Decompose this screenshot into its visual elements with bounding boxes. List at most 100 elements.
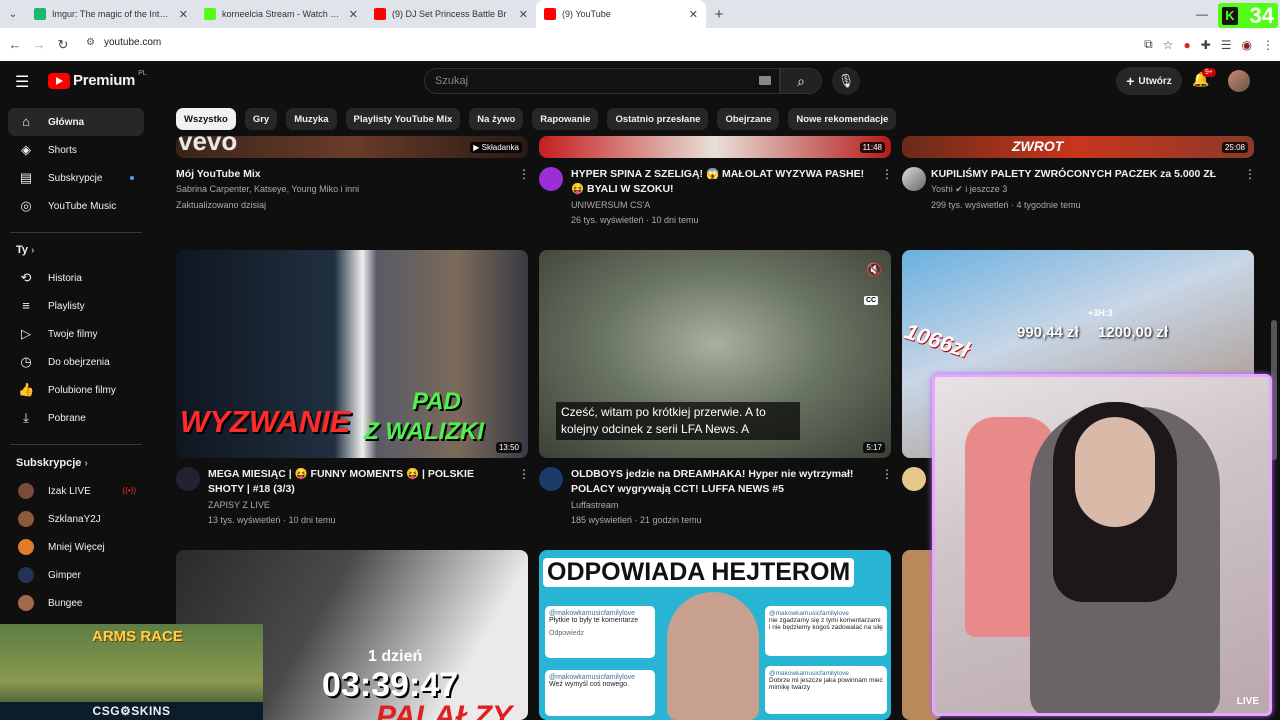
channel-avatar[interactable] bbox=[539, 467, 563, 491]
more-options-icon[interactable]: ⋮ bbox=[518, 467, 530, 481]
video-thumbnail[interactable]: ZWROT 25:08 bbox=[902, 136, 1254, 158]
sidebar-item-your-videos[interactable]: ▷ Twoje filmy bbox=[8, 320, 144, 348]
sidebar-item-liked[interactable]: 👍 Polubione filmy bbox=[8, 376, 144, 404]
sidebar-item-playlists[interactable]: ≡ Playlisty bbox=[8, 292, 144, 320]
comment-user: @makowkamusicfamilylove bbox=[769, 670, 849, 677]
sidebar-channel-gimper[interactable]: Gimper bbox=[8, 561, 144, 589]
chevron-right-icon: › bbox=[84, 458, 88, 469]
tab-youtube-dj[interactable]: (9) DJ Set Princess Battle Br ✕ bbox=[366, 0, 536, 28]
create-button[interactable]: + Utwórz bbox=[1116, 67, 1182, 95]
video-title[interactable]: HYPER SPINA Z SZELIGĄ! 😱 MAŁOLAT WYZYWA … bbox=[571, 167, 871, 197]
channel-name[interactable]: Luffastream bbox=[571, 498, 618, 513]
captions-icon[interactable]: CC bbox=[864, 296, 879, 305]
search-input[interactable]: Szukaj bbox=[424, 68, 780, 94]
channel-avatar[interactable] bbox=[902, 467, 926, 491]
chip-all[interactable]: Wszystko bbox=[176, 108, 236, 130]
channel-name[interactable]: ZAPISY Z LIVE bbox=[208, 498, 270, 513]
sidebar-channel-bungee[interactable]: Bungee bbox=[8, 589, 144, 617]
chip-new-recommendations[interactable]: Nowe rekomendacje bbox=[788, 108, 897, 130]
reload-icon[interactable]: ↻ bbox=[51, 37, 75, 53]
person-face bbox=[667, 592, 759, 720]
video-meta: 299 tys. wyświetleń · 4 tygodnie temu bbox=[931, 200, 1081, 210]
video-thumbnail[interactable]: vevo ▶ Składanka bbox=[176, 136, 528, 158]
sidebar-item-label: Pobrane bbox=[48, 412, 86, 424]
section-title: Ty bbox=[16, 244, 29, 256]
you-section-header[interactable]: Ty › bbox=[16, 244, 34, 256]
video-title[interactable]: KUPILIŚMY PALETY ZWRÓCONYCH PACZEK za 5.… bbox=[931, 167, 1241, 182]
install-icon[interactable]: ⧉ bbox=[1144, 37, 1153, 52]
comment-user: @makowkamusicfamilylove bbox=[549, 674, 636, 681]
chip-mix-playlists[interactable]: Playlisty YouTube Mix bbox=[345, 108, 461, 130]
sidebar-item-subscriptions[interactable]: ▤ Subskrypcje bbox=[8, 164, 144, 192]
more-options-icon[interactable]: ⋮ bbox=[881, 167, 893, 181]
sidebar-item-watch-later[interactable]: ◷ Do obejrzenia bbox=[8, 348, 144, 376]
youtube-premium-logo[interactable]: Premium PL bbox=[48, 70, 147, 89]
account-avatar[interactable] bbox=[1228, 70, 1250, 92]
search-button[interactable]: ⌕ bbox=[780, 68, 822, 94]
minimize-icon[interactable]: — bbox=[1196, 0, 1208, 28]
chip-rap[interactable]: Rapowanie bbox=[532, 108, 599, 130]
hamburger-menu-icon[interactable]: ☰ bbox=[15, 72, 29, 92]
sidebar-item-youtube-music[interactable]: ◎ YouTube Music bbox=[8, 192, 144, 220]
extension-red-icon[interactable]: ● bbox=[1183, 38, 1190, 52]
sidebar-item-history[interactable]: ⟲ Historia bbox=[8, 264, 144, 292]
browser-menu-icon[interactable]: ⋮ bbox=[1262, 38, 1274, 52]
video-title[interactable]: Mój YouTube Mix bbox=[176, 167, 506, 182]
tab-kick[interactable]: korneelcia Stream - Watch Live ✕ bbox=[196, 0, 366, 28]
sidebar-item-shorts[interactable]: ◈ Shorts bbox=[8, 136, 144, 164]
bookmark-star-icon[interactable]: ☆ bbox=[1163, 38, 1174, 52]
close-tab-icon[interactable]: ✕ bbox=[689, 8, 698, 21]
address-bar: ← → ↻ ⚙ youtube.com ⧉ ☆ ● ✚ ☰ ◉ ⋮ bbox=[0, 28, 1280, 61]
channel-name[interactable]: Yoshi ✔ i jeszcze 3 bbox=[931, 182, 1007, 197]
keyboard-icon[interactable] bbox=[759, 76, 771, 85]
chip-watched[interactable]: Obejrzane bbox=[717, 108, 780, 130]
video-thumbnail[interactable]: 11:48 bbox=[539, 136, 891, 158]
mute-icon[interactable]: 🔇 bbox=[866, 262, 882, 278]
close-tab-icon[interactable]: ✕ bbox=[519, 8, 528, 21]
comment-card: @makowkamusicfamilylove nie zgadzamy się… bbox=[765, 606, 887, 656]
forward-icon[interactable]: → bbox=[27, 37, 51, 52]
tab-imgur[interactable]: Imgur: The magic of the Internet ✕ bbox=[26, 0, 196, 28]
subscriptions-section-header[interactable]: Subskrypcje › bbox=[16, 457, 88, 469]
more-options-icon[interactable]: ⋮ bbox=[881, 467, 893, 481]
sidebar-item-label: Subskrypcje bbox=[48, 172, 103, 184]
video-title[interactable]: OLDBOYS jedzie na DREAMHAKA! Hyper nie w… bbox=[571, 467, 871, 497]
sidebar-channel-izak-live[interactable]: Izak LIVE ((•)) bbox=[8, 477, 144, 505]
url-field[interactable]: youtube.com bbox=[104, 37, 161, 48]
extensions-icon[interactable]: ✚ bbox=[1201, 38, 1211, 52]
logo-text: Premium bbox=[73, 72, 136, 89]
sidebar-item-home[interactable]: ⌂ Główna bbox=[8, 108, 144, 136]
video-meta: 26 tys. wyświetleń · 10 dni temu bbox=[571, 215, 699, 225]
close-tab-icon[interactable]: ✕ bbox=[179, 8, 188, 21]
channel-name[interactable]: UNIWERSUM CS'A bbox=[571, 198, 650, 213]
your-videos-icon: ▷ bbox=[21, 326, 31, 341]
sidebar-channel-szklanay2j[interactable]: SzklanaY2J bbox=[8, 505, 144, 533]
more-options-icon[interactable]: ⋮ bbox=[1244, 167, 1256, 181]
sidebar-item-downloads[interactable]: ⤓ Pobrane bbox=[8, 404, 144, 432]
channel-avatar[interactable] bbox=[539, 167, 563, 191]
profile-icon[interactable]: ◉ bbox=[1242, 38, 1252, 52]
chip-live[interactable]: Na żywo bbox=[469, 108, 524, 130]
tab-search-icon[interactable]: ⌄ bbox=[0, 0, 26, 28]
channel-avatar[interactable] bbox=[902, 167, 926, 191]
video-thumbnail[interactable]: ODPOWIADA HEJTEROM @makowkamusicfamilylo… bbox=[539, 550, 891, 720]
close-tab-icon[interactable]: ✕ bbox=[349, 8, 358, 21]
kick-favicon-icon bbox=[204, 8, 216, 20]
history-icon: ⟲ bbox=[20, 270, 32, 285]
reading-list-icon[interactable]: ☰ bbox=[1221, 38, 1232, 52]
tab-youtube[interactable]: (9) YouTube ✕ bbox=[536, 0, 706, 28]
chip-games[interactable]: Gry bbox=[244, 108, 278, 130]
video-thumbnail[interactable]: WYZWANIE PAD Z WALIZKI 13:50 bbox=[176, 250, 528, 458]
thumbnail-text: 1066zł bbox=[902, 318, 973, 363]
chip-recently-uploaded[interactable]: Ostatnio przesłane bbox=[607, 108, 709, 130]
kick-logo-icon: K bbox=[1222, 6, 1238, 25]
voice-search-button[interactable]: 🎙 bbox=[832, 67, 860, 95]
video-title[interactable]: MEGA MIESIĄC | 😝 FUNNY MOMENTS 😝 | POLSK… bbox=[208, 467, 508, 497]
sidebar-channel-mniej-wiecej[interactable]: Mniej Więcej bbox=[8, 533, 144, 561]
back-icon[interactable]: ← bbox=[3, 37, 27, 52]
new-tab-icon[interactable]: + bbox=[706, 6, 732, 23]
chip-music[interactable]: Muzyka bbox=[286, 108, 337, 130]
more-options-icon[interactable]: ⋮ bbox=[518, 167, 530, 181]
site-info-icon[interactable]: ⚙ bbox=[86, 37, 95, 48]
channel-avatar[interactable] bbox=[176, 467, 200, 491]
